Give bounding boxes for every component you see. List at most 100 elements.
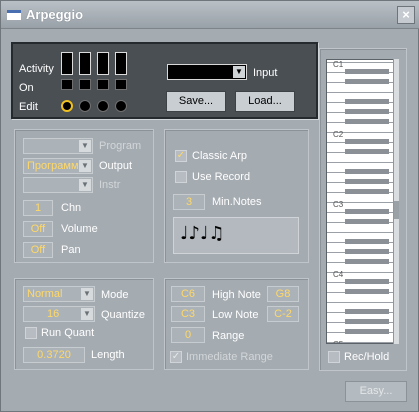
mode-label: Mode <box>101 289 129 301</box>
mode-value: Normal <box>27 288 63 300</box>
black-key[interactable] <box>345 169 389 174</box>
on-toggle-4[interactable] <box>115 79 127 90</box>
black-key[interactable] <box>345 329 389 334</box>
length-field[interactable]: 0.3720 <box>23 347 85 363</box>
activity-meter-4 <box>115 52 127 75</box>
black-key[interactable] <box>345 189 389 194</box>
white-key-separator <box>327 92 397 93</box>
min-notes-label: Min.Notes <box>212 196 262 208</box>
use-record-label: Use Record <box>192 171 251 183</box>
classic-arp-checkbox[interactable]: ✓ <box>175 150 187 162</box>
high-note-max-field[interactable]: G8 <box>267 286 299 302</box>
edit-radio-3[interactable] <box>97 100 109 112</box>
instr-select[interactable]: ▼ <box>23 177 93 193</box>
on-label: On <box>19 82 34 94</box>
activity-label: Activity <box>19 63 54 75</box>
keyboard-scrollbar[interactable] <box>393 59 399 344</box>
rec-hold-checkbox[interactable] <box>328 351 340 363</box>
scrollbar-thumb[interactable] <box>394 201 399 219</box>
immediate-range-checkbox[interactable]: ✓ <box>170 351 182 363</box>
chevron-down-icon[interactable]: ▼ <box>79 179 91 191</box>
black-key[interactable] <box>345 109 389 114</box>
black-key[interactable] <box>345 319 389 324</box>
quantize-value: 16 <box>47 308 60 320</box>
volume-label: Volume <box>61 223 98 235</box>
range-field[interactable]: 0 <box>171 327 205 343</box>
pattern-display[interactable]: ♩♪♩♫ <box>173 217 299 254</box>
on-toggle-2[interactable] <box>79 79 91 90</box>
quantize-label: Quantize <box>101 309 146 321</box>
program-label: Program <box>99 140 142 152</box>
black-key[interactable] <box>345 99 389 104</box>
low-note-field[interactable]: C3 <box>171 306 205 322</box>
run-quant-label: Run Quant <box>41 327 95 339</box>
black-key[interactable] <box>345 259 389 264</box>
chevron-down-icon[interactable]: ▼ <box>79 140 91 152</box>
chn-field[interactable]: 1 <box>23 200 53 216</box>
on-toggle-1[interactable] <box>61 79 73 90</box>
octave-label: C1 <box>333 60 344 69</box>
chevron-down-icon[interactable]: ▼ <box>233 66 245 78</box>
activity-meter-3 <box>97 52 109 75</box>
chevron-down-icon[interactable]: ▼ <box>79 160 91 172</box>
black-key[interactable] <box>345 139 389 144</box>
high-note-field[interactable]: C6 <box>171 286 205 302</box>
close-button[interactable]: × <box>397 6 415 24</box>
pan-label: Pan <box>61 244 81 256</box>
output-select[interactable]: Программ ▼ <box>23 158 93 174</box>
rec-hold-label: Rec/Hold <box>344 351 390 363</box>
use-record-checkbox[interactable] <box>175 171 187 183</box>
load-button[interactable]: Load... <box>235 91 295 112</box>
volume-field[interactable]: Off <box>23 221 53 237</box>
save-button[interactable]: Save... <box>166 91 226 112</box>
program-select[interactable]: ▼ <box>23 138 93 154</box>
black-key[interactable] <box>345 309 389 314</box>
length-label: Length <box>91 349 125 361</box>
white-key-separator <box>327 162 397 163</box>
instr-label: Instr <box>99 179 121 191</box>
white-key-separator <box>327 232 397 233</box>
edit-radio-2[interactable] <box>79 100 91 112</box>
input-select[interactable]: ▼ <box>167 64 247 80</box>
chn-label: Chn <box>61 202 82 214</box>
quantize-select[interactable]: 16 ▼ <box>23 306 95 322</box>
black-key[interactable] <box>345 79 389 84</box>
on-toggle-3[interactable] <box>97 79 109 90</box>
run-quant-checkbox[interactable] <box>25 327 37 339</box>
input-label: Input <box>253 67 278 79</box>
octave-label: C5 <box>333 341 343 344</box>
white-key-separator <box>327 302 397 303</box>
black-key[interactable] <box>345 69 389 74</box>
range-label: Range <box>212 330 245 342</box>
black-key[interactable] <box>345 179 389 184</box>
black-key[interactable] <box>345 249 389 254</box>
window-icon <box>7 10 21 20</box>
edit-radio-1[interactable] <box>61 100 73 112</box>
activity-meter-1 <box>61 52 73 75</box>
edit-radio-4[interactable] <box>115 100 127 112</box>
octave-label: C4 <box>333 270 344 279</box>
black-key[interactable] <box>345 289 389 294</box>
black-key[interactable] <box>345 149 389 154</box>
min-notes-field[interactable]: 3 <box>173 194 205 210</box>
chevron-down-icon[interactable]: ▼ <box>81 308 93 320</box>
window-title: Arpeggio <box>26 7 84 22</box>
low-note-min-field[interactable]: C-2 <box>267 306 299 322</box>
black-key[interactable] <box>345 119 389 124</box>
black-key[interactable] <box>345 209 389 214</box>
black-key[interactable] <box>345 239 389 244</box>
black-key[interactable] <box>345 219 389 224</box>
pan-field[interactable]: Off <box>23 242 53 258</box>
note-pattern-icon: ♩♪♩♫ <box>180 223 225 244</box>
easy-button[interactable]: Easy... <box>345 381 407 402</box>
chevron-down-icon[interactable]: ▼ <box>81 288 93 300</box>
title-bar[interactable]: Arpeggio × <box>1 1 419 29</box>
high-note-label: High Note <box>212 289 261 301</box>
octave-label: C2 <box>333 130 344 139</box>
classic-arp-label: Classic Arp <box>192 150 248 162</box>
black-key[interactable] <box>345 279 389 284</box>
piano-keyboard[interactable]: C1 C2 C3 C4 C5 <box>326 59 398 344</box>
octave-label: C3 <box>333 200 344 209</box>
mode-select[interactable]: Normal ▼ <box>23 286 95 302</box>
immediate-range-label: Immediate Range <box>186 351 273 363</box>
